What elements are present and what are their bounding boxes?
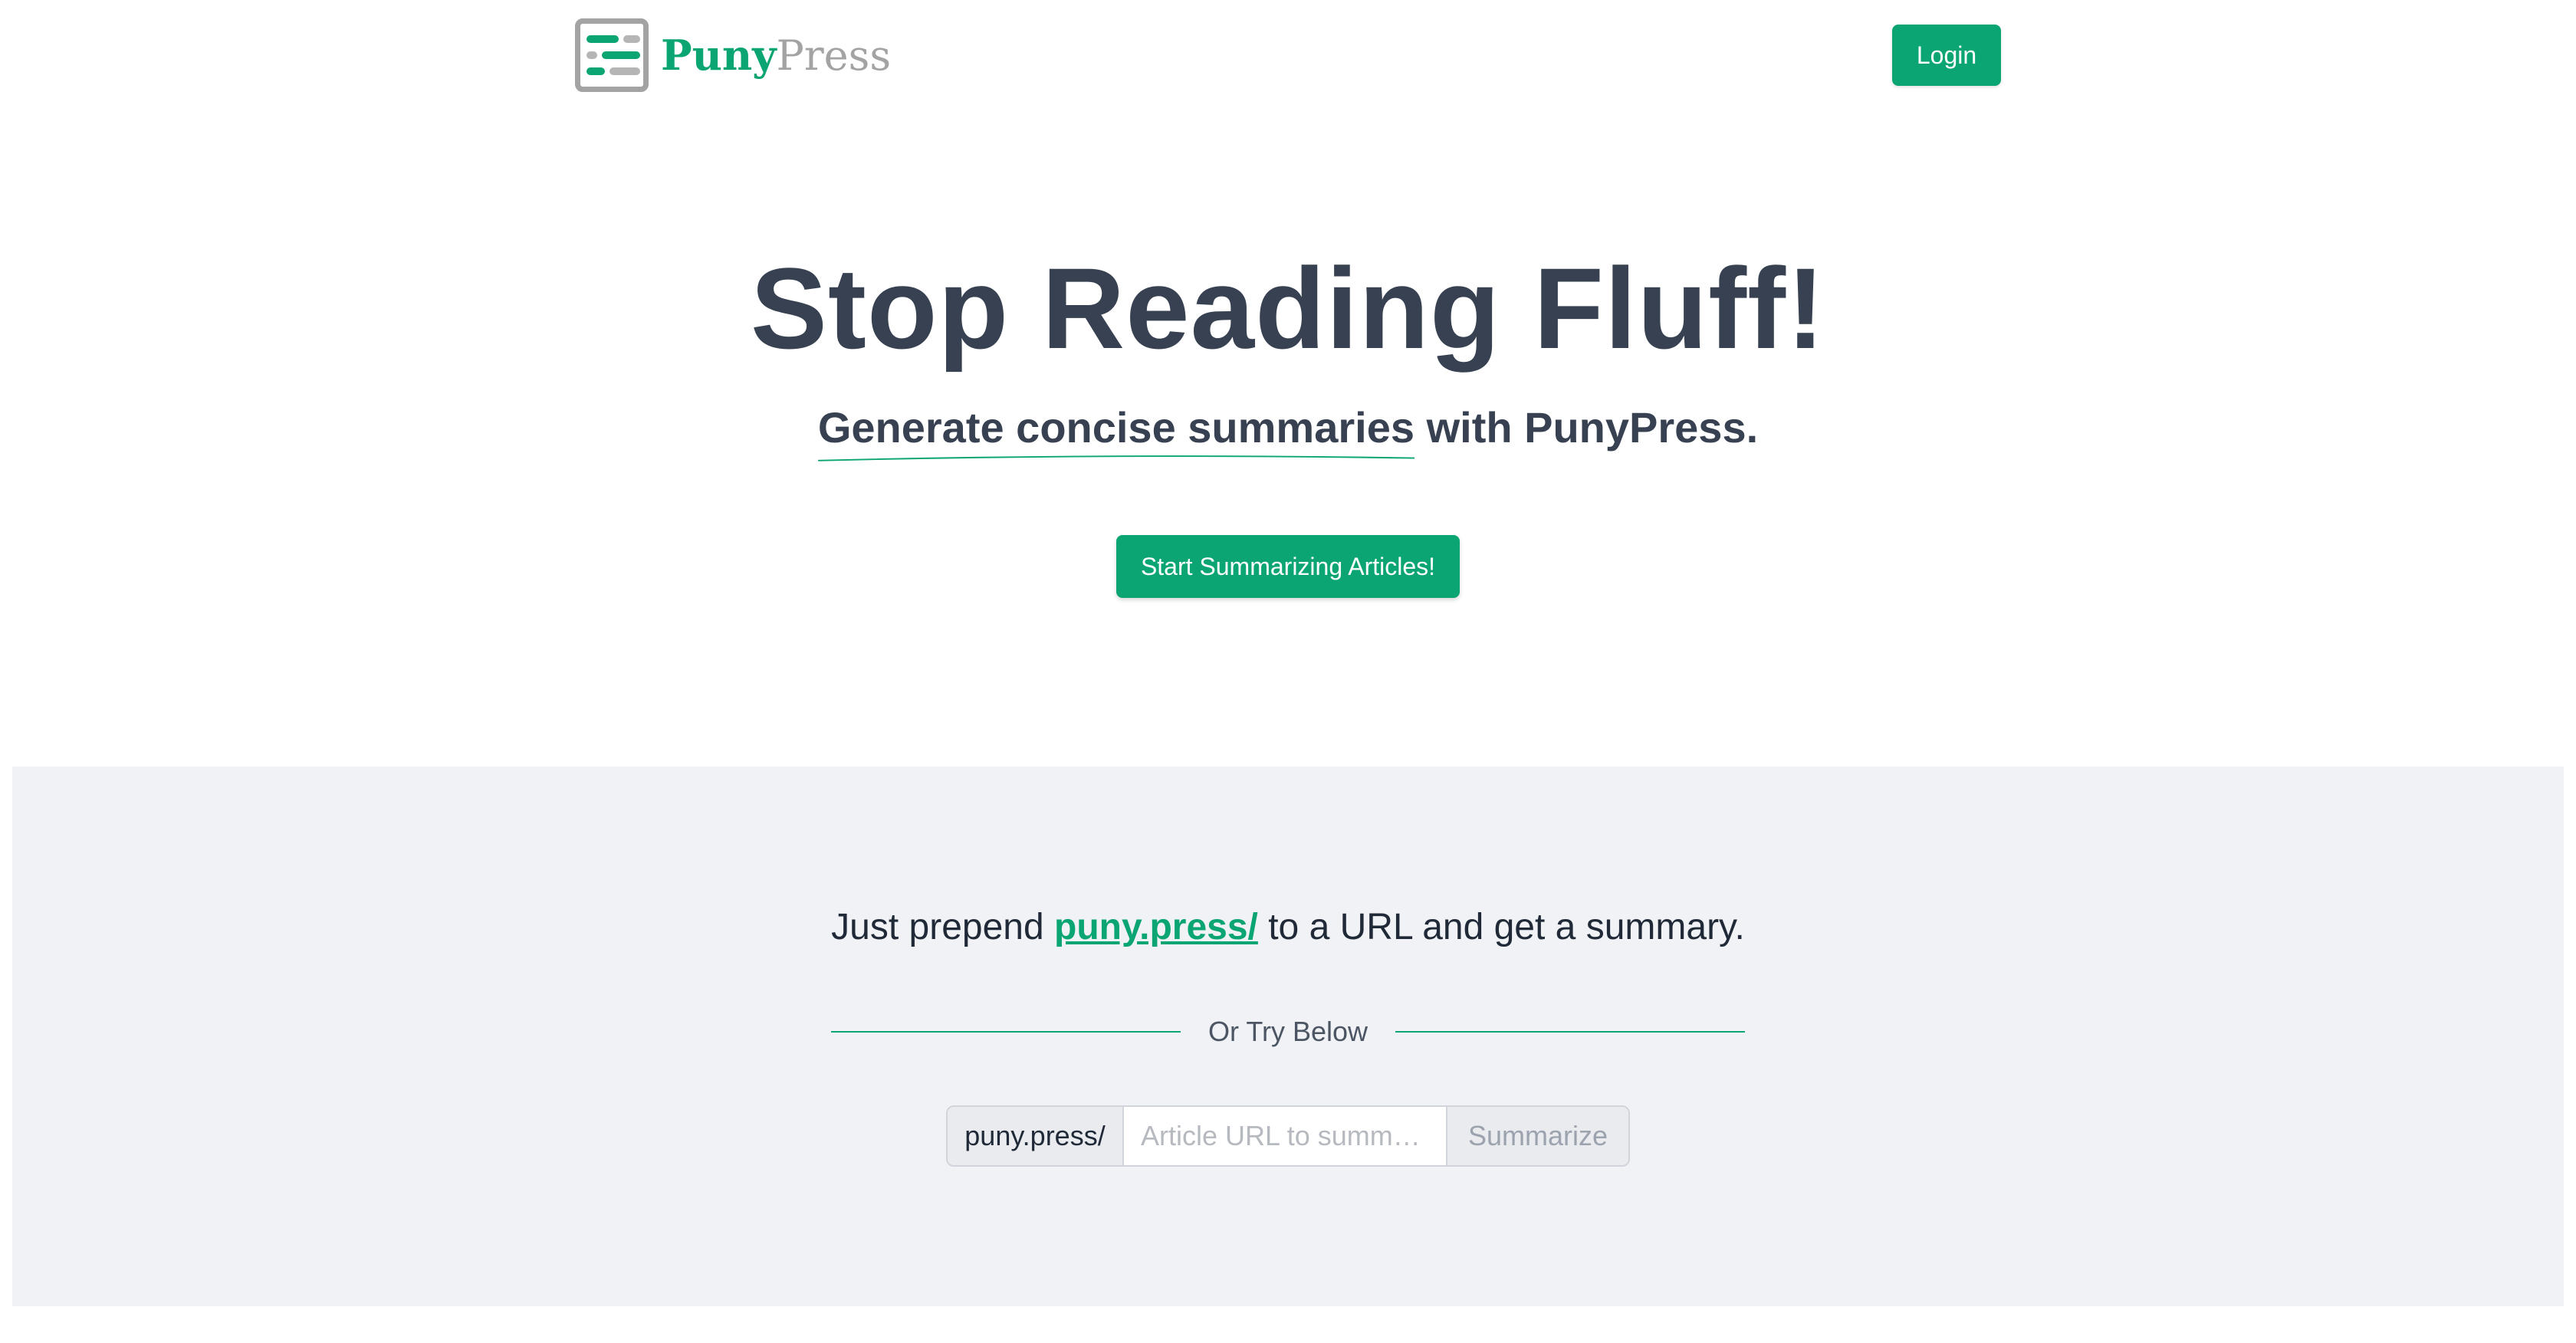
subtitle-highlight-text: Generate concise summaries xyxy=(817,403,1415,451)
brand-name-puny: Puny xyxy=(661,30,777,80)
prepend-after: to a URL and get a summary. xyxy=(1257,907,1745,947)
subtitle-rest: with PunyPress. xyxy=(1414,403,1759,451)
puny-press-link[interactable]: puny.press/ xyxy=(1054,907,1258,947)
brand-name: PunyPress xyxy=(661,34,891,77)
login-button[interactable]: Login xyxy=(1892,25,2001,86)
squiggle-underline xyxy=(817,455,1415,461)
url-prefix: puny.press/ xyxy=(948,1107,1124,1165)
or-divider: Or Try Below xyxy=(831,1010,1746,1053)
brand-logo-link[interactable]: PunyPress xyxy=(575,18,891,92)
start-summarizing-button[interactable]: Start Summarizing Articles! xyxy=(1116,535,1460,598)
try-section: Just prepend puny.press/ to a URL and ge… xyxy=(12,767,2564,1306)
summarize-button[interactable]: Summarize xyxy=(1446,1107,1628,1165)
article-url-input[interactable] xyxy=(1124,1107,1446,1165)
brand-name-press: Press xyxy=(776,31,892,80)
prepend-before: Just prepend xyxy=(831,907,1055,947)
divider-line-left xyxy=(831,1031,1181,1033)
document-lines-icon xyxy=(575,18,649,92)
hero-title: Stop Reading Fluff! xyxy=(750,244,1826,373)
header: PunyPress Login xyxy=(575,17,2001,94)
page: PunyPress Login Stop Reading Fluff! Gene… xyxy=(0,0,2576,1343)
divider-label: Or Try Below xyxy=(1208,1016,1368,1047)
divider-line-right xyxy=(1395,1031,1746,1033)
hero-subtitle: Generate concise summaries with PunyPres… xyxy=(0,402,2576,461)
hero-section: Stop Reading Fluff! Generate concise sum… xyxy=(0,245,2576,598)
subtitle-highlight: Generate concise summaries xyxy=(817,402,1415,461)
summarize-form: puny.press/ Summarize xyxy=(946,1105,1630,1167)
prepend-instruction: Just prepend puny.press/ to a URL and ge… xyxy=(12,906,2564,948)
